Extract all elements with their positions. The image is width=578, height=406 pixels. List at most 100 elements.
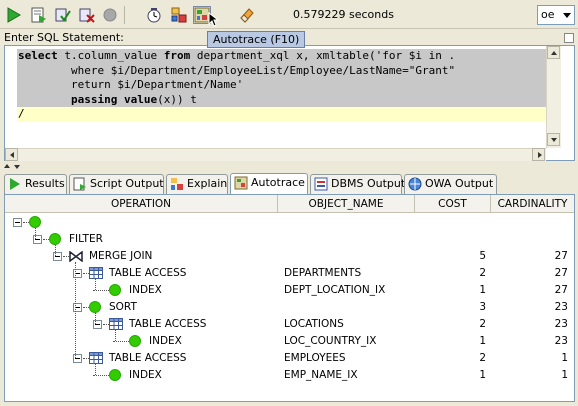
tab-explain[interactable]: Explain (166, 174, 228, 194)
autotrace-tooltip: Autotrace (F10) (207, 31, 306, 48)
clear-eraser-icon[interactable] (238, 6, 256, 24)
cell-cardinality: 27 (554, 250, 568, 262)
table-row[interactable]: TABLE ACCESS EMPLOYEES 2 1 (5, 350, 574, 367)
cell-object-name: DEPARTMENTS (284, 267, 362, 279)
connection-value: oe (541, 8, 555, 21)
column-header-operation[interactable]: OPERATION (5, 195, 278, 213)
sql-code[interactable]: select t.column_value from department_xq… (17, 49, 546, 122)
cell-operation: FILTER (69, 233, 103, 245)
table-row[interactable]: INDEX LOC_COUNTRY_IX 1 23 (5, 333, 574, 350)
autotrace-grid[interactable]: OPERATION OBJECT_NAME COST CARDINALITY F… (4, 194, 575, 402)
green-dot-icon (109, 284, 121, 296)
table-row[interactable]: TABLE ACCESS DEPARTMENTS 2 27 (5, 265, 574, 282)
green-dot-icon (89, 301, 101, 313)
cell-cardinality: 1 (561, 369, 568, 381)
cell-cost: 2 (479, 267, 486, 279)
cell-operation: SORT (109, 301, 137, 313)
run-statement-icon[interactable] (5, 6, 23, 24)
table-row[interactable]: INDEX EMP_NAME_IX 1 1 (5, 367, 574, 384)
connection-select[interactable]: oe (537, 5, 575, 25)
sql-line-3: return $i/Department/Name' (17, 78, 546, 93)
scroll-down-icon[interactable] (547, 133, 560, 146)
merge-join-icon (69, 251, 83, 262)
cell-operation: TABLE ACCESS (129, 318, 207, 330)
column-header-cardinality[interactable]: CARDINALITY (491, 195, 574, 213)
explain-icon (171, 178, 183, 190)
grid-header: OPERATION OBJECT_NAME COST CARDINALITY (5, 195, 574, 213)
tab-label: Explain (187, 177, 228, 190)
cell-operation: INDEX (129, 284, 162, 296)
sql-line-4: passing value(x)) t (17, 92, 546, 107)
collapse-down-icon[interactable] (14, 165, 20, 169)
cell-cost: 1 (479, 335, 486, 347)
cancel-icon[interactable] (101, 6, 119, 24)
column-header-cost[interactable]: COST (415, 195, 491, 213)
cell-operation: INDEX (129, 369, 162, 381)
tab-script-output[interactable]: Script Output (69, 174, 164, 194)
green-dot-icon (109, 369, 121, 381)
cell-object-name: LOCATIONS (284, 318, 344, 330)
collapse-up-icon[interactable] (4, 164, 10, 168)
sql-line-2: where $i/Department/EmployeeList/Employe… (17, 63, 546, 78)
editor-horizontal-scrollbar[interactable] (5, 148, 546, 161)
table-row[interactable]: INDEX DEPT_LOCATION_IX 1 27 (5, 282, 574, 299)
cell-operation: MERGE JOIN (89, 250, 153, 262)
table-row[interactable]: TABLE ACCESS LOCATIONS 2 23 (5, 316, 574, 333)
cell-cost: 3 (479, 301, 486, 313)
autotrace-icon (234, 176, 248, 190)
commit-icon[interactable] (54, 6, 72, 24)
scroll-up-icon[interactable] (547, 46, 560, 59)
collapse-node-icon[interactable] (13, 218, 22, 227)
green-dot-icon (29, 216, 41, 228)
table-row[interactable] (5, 214, 574, 231)
cell-cost: 2 (479, 318, 486, 330)
tab-results[interactable]: Results (4, 174, 67, 194)
cell-cardinality: 23 (554, 318, 568, 330)
tab-autotrace[interactable]: Autotrace (230, 173, 308, 194)
owa-icon (408, 177, 422, 191)
execution-time: 0.579229 seconds (293, 8, 394, 21)
editor-vertical-scrollbar[interactable] (546, 46, 561, 148)
sql-editor[interactable]: select t.column_value from department_xq… (4, 45, 575, 161)
tab-owa-output[interactable]: OWA Output (404, 174, 497, 194)
script-icon (73, 177, 86, 191)
scroll-right-icon[interactable] (532, 148, 545, 161)
table-icon (89, 352, 103, 364)
cell-cardinality (491, 231, 568, 248)
cell-object-name: EMPLOYEES (284, 352, 346, 364)
cell-operation: TABLE ACCESS (109, 352, 187, 364)
cell-cost (415, 231, 486, 248)
scroll-left-icon[interactable] (5, 148, 18, 161)
column-header-object-name[interactable]: OBJECT_NAME (278, 195, 415, 213)
cell-cardinality: 23 (554, 335, 568, 347)
cell-cardinality: 27 (554, 267, 568, 279)
table-row[interactable]: SORT 3 23 (5, 299, 574, 316)
toolbar: 0.579229 seconds oe (0, 0, 578, 29)
cell-cost: 1 (479, 284, 486, 296)
table-row[interactable]: MERGE JOIN 5 27 (5, 248, 574, 265)
rollback-icon[interactable] (78, 6, 96, 24)
sql-editor-label: Enter SQL Statement: (4, 31, 124, 44)
dbms-icon (314, 177, 328, 191)
pane-splitter[interactable] (0, 163, 578, 171)
tab-label: Results (25, 177, 65, 190)
table-icon (89, 267, 103, 279)
output-tabs: Results Script Output Explain Autotrace … (4, 173, 575, 194)
cell-cost: 1 (479, 369, 486, 381)
run-icon (10, 178, 20, 190)
sql-line-5: / (17, 107, 546, 122)
cell-object-name: LOC_COUNTRY_IX (284, 335, 377, 347)
cell-object-name: DEPT_LOCATION_IX (284, 284, 386, 296)
explain-plan-icon[interactable] (170, 6, 188, 24)
tab-label: DBMS Output (331, 177, 406, 190)
editor-gutter (5, 46, 17, 148)
green-dot-icon (49, 233, 61, 245)
tab-dbms-output[interactable]: DBMS Output (310, 174, 406, 194)
tab-label: OWA Output (425, 177, 494, 190)
sql-line-1: select t.column_value from department_xq… (17, 49, 546, 64)
table-row[interactable]: FILTER (5, 231, 574, 248)
run-script-icon[interactable] (30, 6, 48, 24)
maximize-icon[interactable] (564, 33, 574, 43)
sql-history-icon[interactable] (145, 6, 163, 24)
cell-cardinality: 1 (561, 352, 568, 364)
